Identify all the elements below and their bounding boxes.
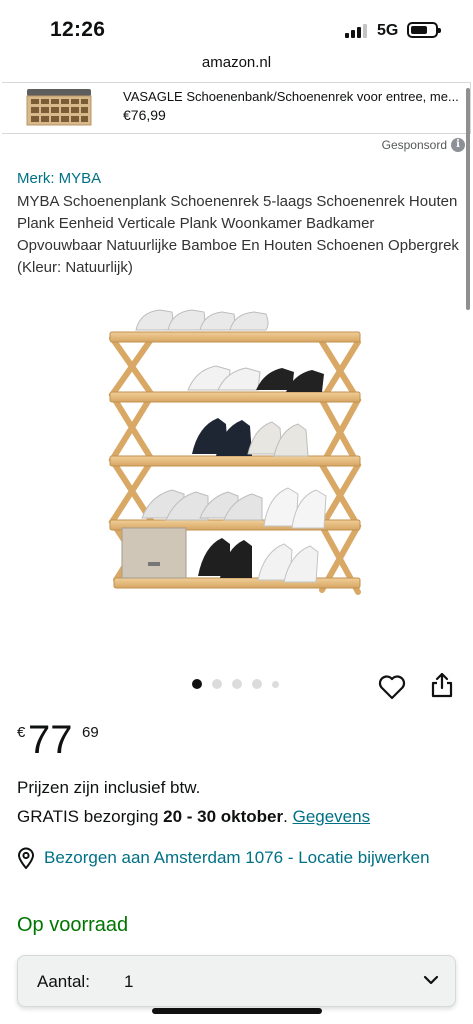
carousel-dot[interactable] bbox=[212, 679, 222, 689]
shoe-bench-thumbnail bbox=[26, 89, 92, 126]
brand-link[interactable]: Merk: MYBA bbox=[17, 170, 101, 187]
battery-icon bbox=[407, 22, 441, 38]
delivery-info: GRATIS bezorging 20 - 30 oktober. Gegeve… bbox=[17, 807, 370, 827]
image-carousel-dots[interactable] bbox=[192, 679, 289, 689]
browser-url[interactable]: amazon.nl bbox=[0, 54, 473, 71]
share-icon[interactable] bbox=[429, 671, 455, 699]
carousel-dot[interactable] bbox=[232, 679, 242, 689]
sponsored-text: Gesponsord bbox=[381, 138, 447, 152]
stock-status: Op voorraad bbox=[17, 914, 129, 936]
page-scrollbar[interactable] bbox=[466, 88, 470, 310]
delivery-details-link[interactable]: Gegevens bbox=[293, 807, 371, 826]
carousel-dot[interactable] bbox=[252, 679, 262, 689]
location-pin-icon bbox=[17, 847, 35, 869]
ad-title[interactable]: VASAGLE Schoenenbank/Schoenenrek voor en… bbox=[123, 89, 469, 104]
chevron-down-icon bbox=[423, 975, 439, 985]
ad-price: €76,99 bbox=[123, 107, 166, 123]
heart-icon[interactable] bbox=[378, 674, 406, 700]
quantity-label: Aantal: bbox=[37, 972, 90, 991]
sponsored-ad-banner[interactable]: VASAGLE Schoenenbank/Schoenenrek voor en… bbox=[2, 82, 471, 134]
vat-note: Prijzen zijn inclusief btw. bbox=[17, 778, 201, 797]
location-link[interactable]: Bezorgen aan Amsterdam 1076 - Locatie bi… bbox=[44, 846, 454, 870]
price-whole: 77 bbox=[28, 718, 73, 762]
delivery-suffix: . bbox=[283, 807, 293, 826]
price-currency: € bbox=[17, 724, 26, 741]
status-bar: 12:26 5G bbox=[0, 0, 473, 56]
product-title: MYBA Schoenenplank Schoenenrek 5-laags S… bbox=[17, 193, 459, 276]
status-time: 12:26 bbox=[50, 18, 106, 41]
delivery-prefix: GRATIS bezorging bbox=[17, 807, 164, 826]
price-fraction: 69 bbox=[82, 724, 99, 741]
info-icon[interactable]: i bbox=[451, 138, 465, 152]
quantity-select[interactable]: Aantal: 1 bbox=[17, 955, 456, 1007]
carousel-dot[interactable] bbox=[192, 679, 202, 689]
carousel-dot[interactable] bbox=[272, 680, 279, 688]
battery-level-fill bbox=[411, 26, 427, 34]
signal-strength-icon bbox=[345, 24, 371, 38]
home-indicator[interactable] bbox=[152, 1008, 322, 1014]
delivery-dates: 20 - 30 oktober bbox=[163, 807, 284, 826]
sponsored-label[interactable]: Gesponsord i bbox=[382, 138, 465, 152]
network-type: 5G bbox=[377, 22, 399, 39]
quantity-value: 1 bbox=[124, 972, 134, 991]
bamboe-shoe-rack-image[interactable] bbox=[100, 300, 370, 620]
